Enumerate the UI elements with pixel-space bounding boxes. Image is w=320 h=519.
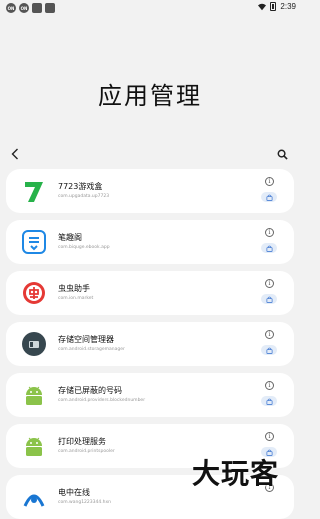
- chongchong-icon: [21, 280, 47, 306]
- notification-icon: [32, 3, 42, 13]
- info-icon[interactable]: i: [265, 381, 274, 390]
- app-package: com.android.storagemanager: [58, 347, 125, 352]
- app-action-button[interactable]: [261, 396, 277, 406]
- notification-icons: ON ON: [6, 3, 55, 13]
- app-name: 打印处理服务: [58, 437, 106, 446]
- info-icon[interactable]: i: [265, 279, 274, 288]
- info-icon[interactable]: i: [265, 228, 274, 237]
- lock-icon: [265, 398, 273, 405]
- app-action-button[interactable]: [261, 192, 277, 202]
- app-name: 虫虫助手: [58, 284, 90, 293]
- lock-icon: [265, 347, 273, 354]
- notification-icon: [45, 3, 55, 13]
- search-icon: [277, 149, 288, 160]
- status-badge: ON: [19, 3, 29, 13]
- list-item[interactable]: 虫虫助手 com.ion.market i: [6, 271, 294, 315]
- app-package: com.biquge.ebook.app: [58, 245, 110, 250]
- page-title: 应用管理: [98, 82, 202, 110]
- list-item[interactable]: 7723游戏盒 com.upgadata.up7723 i: [6, 169, 294, 213]
- list-item[interactable]: 存储空间管理器 com.android.storagemanager i: [6, 322, 294, 366]
- back-button[interactable]: [8, 146, 22, 162]
- app-package: com.wang1223344.hxn: [58, 500, 112, 505]
- app-action-button[interactable]: [261, 345, 277, 355]
- app-package: com.upgadata.up7723: [58, 194, 110, 199]
- app-name: 笔趣阁: [58, 233, 82, 242]
- biquge-icon: [21, 229, 47, 255]
- app-name: 存储已屏蔽的号码: [58, 386, 122, 395]
- dianzhong-icon: [21, 484, 47, 510]
- android-icon: [21, 433, 47, 459]
- 7723-icon: [21, 178, 47, 204]
- app-package: com.android.providers.blockednumber: [58, 398, 146, 403]
- wifi-icon: [258, 3, 267, 10]
- status-badge: ON: [6, 3, 16, 13]
- app-name: 电中在线: [58, 488, 90, 497]
- app-name: 存储空间管理器: [58, 335, 114, 344]
- list-item[interactable]: 笔趣阁 com.biquge.ebook.app i: [6, 220, 294, 264]
- lock-icon: [265, 194, 273, 201]
- search-button[interactable]: [274, 146, 290, 162]
- app-action-button[interactable]: [261, 294, 277, 304]
- clock: 2:39: [280, 2, 296, 11]
- chevron-left-icon: [11, 148, 18, 160]
- info-icon[interactable]: i: [265, 330, 274, 339]
- list-item[interactable]: 存储已屏蔽的号码 com.android.providers.blockednu…: [6, 373, 294, 417]
- android-icon: [21, 382, 47, 408]
- storage-icon: [21, 331, 47, 357]
- status-bar: ON ON 2:39: [0, 0, 300, 16]
- status-right: 2:39: [258, 2, 296, 11]
- battery-icon: [270, 2, 277, 11]
- app-package: com.android.printspooler: [58, 449, 115, 454]
- app-name: 7723游戏盒: [58, 182, 103, 191]
- lock-icon: [265, 296, 273, 303]
- info-icon[interactable]: i: [265, 177, 274, 186]
- app-package: com.ion.market: [58, 296, 94, 301]
- lock-icon: [265, 245, 273, 252]
- info-icon[interactable]: i: [265, 432, 274, 441]
- watermark-logo: 大玩客: [192, 457, 280, 490]
- app-action-button[interactable]: [261, 243, 277, 253]
